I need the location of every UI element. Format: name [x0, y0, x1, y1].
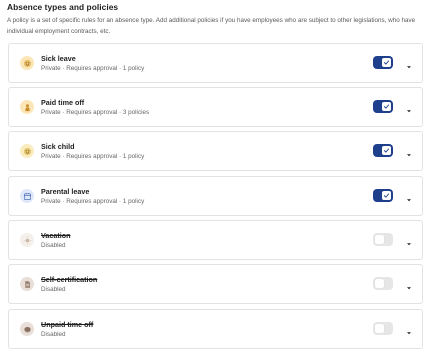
absence-type-name: Paid time off — [41, 98, 85, 107]
check-icon — [382, 58, 391, 67]
section-title: Absence types and policies — [7, 2, 119, 12]
document-icon — [20, 277, 34, 291]
chevron-down-icon[interactable] — [405, 146, 413, 157]
absence-type-meta: Private · Requires approval · 1 policy — [41, 65, 145, 72]
absence-type-name: Sick child — [41, 142, 75, 151]
chevron-down-icon[interactable] — [405, 324, 413, 335]
chevron-down-icon[interactable] — [405, 279, 413, 290]
absence-type-name: Unpaid time off — [41, 320, 94, 329]
toggle-knob — [375, 235, 384, 244]
section-description: A policy is a set of specific rules for … — [7, 17, 416, 35]
check-icon — [382, 146, 391, 155]
chevron-down-icon[interactable] — [405, 58, 413, 69]
face-icon — [20, 56, 34, 70]
face-icon — [20, 144, 34, 158]
absence-type-card-vacation[interactable]: Vacation Disabled — [8, 220, 423, 260]
absence-type-card-sick-leave[interactable]: Sick leave Private · Requires approval · … — [8, 43, 423, 83]
check-icon — [382, 102, 391, 111]
absence-settings-page: Absence types and policies A policy is a… — [0, 0, 429, 354]
absence-type-card-paid-time-off[interactable]: Paid time off Private · Requires approval… — [8, 87, 423, 127]
enable-toggle[interactable] — [373, 56, 393, 69]
toggle-knob — [375, 324, 384, 333]
person-icon — [20, 100, 34, 114]
enable-toggle[interactable] — [373, 322, 393, 335]
absence-type-meta: Private · Requires approval · 1 policy — [41, 153, 145, 160]
absence-type-name: Parental leave — [41, 187, 90, 196]
sun-icon — [20, 233, 34, 247]
chevron-down-icon[interactable] — [405, 102, 413, 113]
enable-toggle[interactable] — [373, 144, 393, 157]
absence-type-card-self-certification[interactable]: Self-certification Disabled — [8, 264, 423, 304]
absence-type-card-parental-leave[interactable]: Parental leave Private · Requires approva… — [8, 176, 423, 216]
enable-toggle[interactable] — [373, 100, 393, 113]
enable-toggle[interactable] — [373, 233, 393, 246]
absence-type-name: Sick leave — [41, 54, 76, 63]
enable-toggle[interactable] — [373, 277, 393, 290]
calendar-icon — [20, 189, 34, 203]
enable-toggle[interactable] — [373, 189, 393, 202]
chevron-down-icon[interactable] — [405, 191, 413, 202]
chevron-down-icon[interactable] — [405, 235, 413, 246]
absence-type-name: Vacation — [41, 231, 71, 240]
absence-type-meta: Disabled — [41, 286, 66, 293]
absence-type-meta: Private · Requires approval · 1 policy — [41, 198, 145, 205]
absence-type-meta: Disabled — [41, 331, 66, 338]
absence-type-meta: Disabled — [41, 242, 66, 249]
toggle-knob — [375, 279, 384, 288]
absence-type-card-unpaid-time-off[interactable]: Unpaid time off Disabled — [8, 309, 423, 349]
check-icon — [382, 191, 391, 200]
absence-type-meta: Private · Requires approval · 3 policies — [41, 109, 150, 116]
absence-type-card-sick-child[interactable]: Sick child Private · Requires approval · … — [8, 131, 423, 171]
coin-icon — [20, 322, 34, 336]
absence-type-name: Self-certification — [41, 275, 98, 284]
